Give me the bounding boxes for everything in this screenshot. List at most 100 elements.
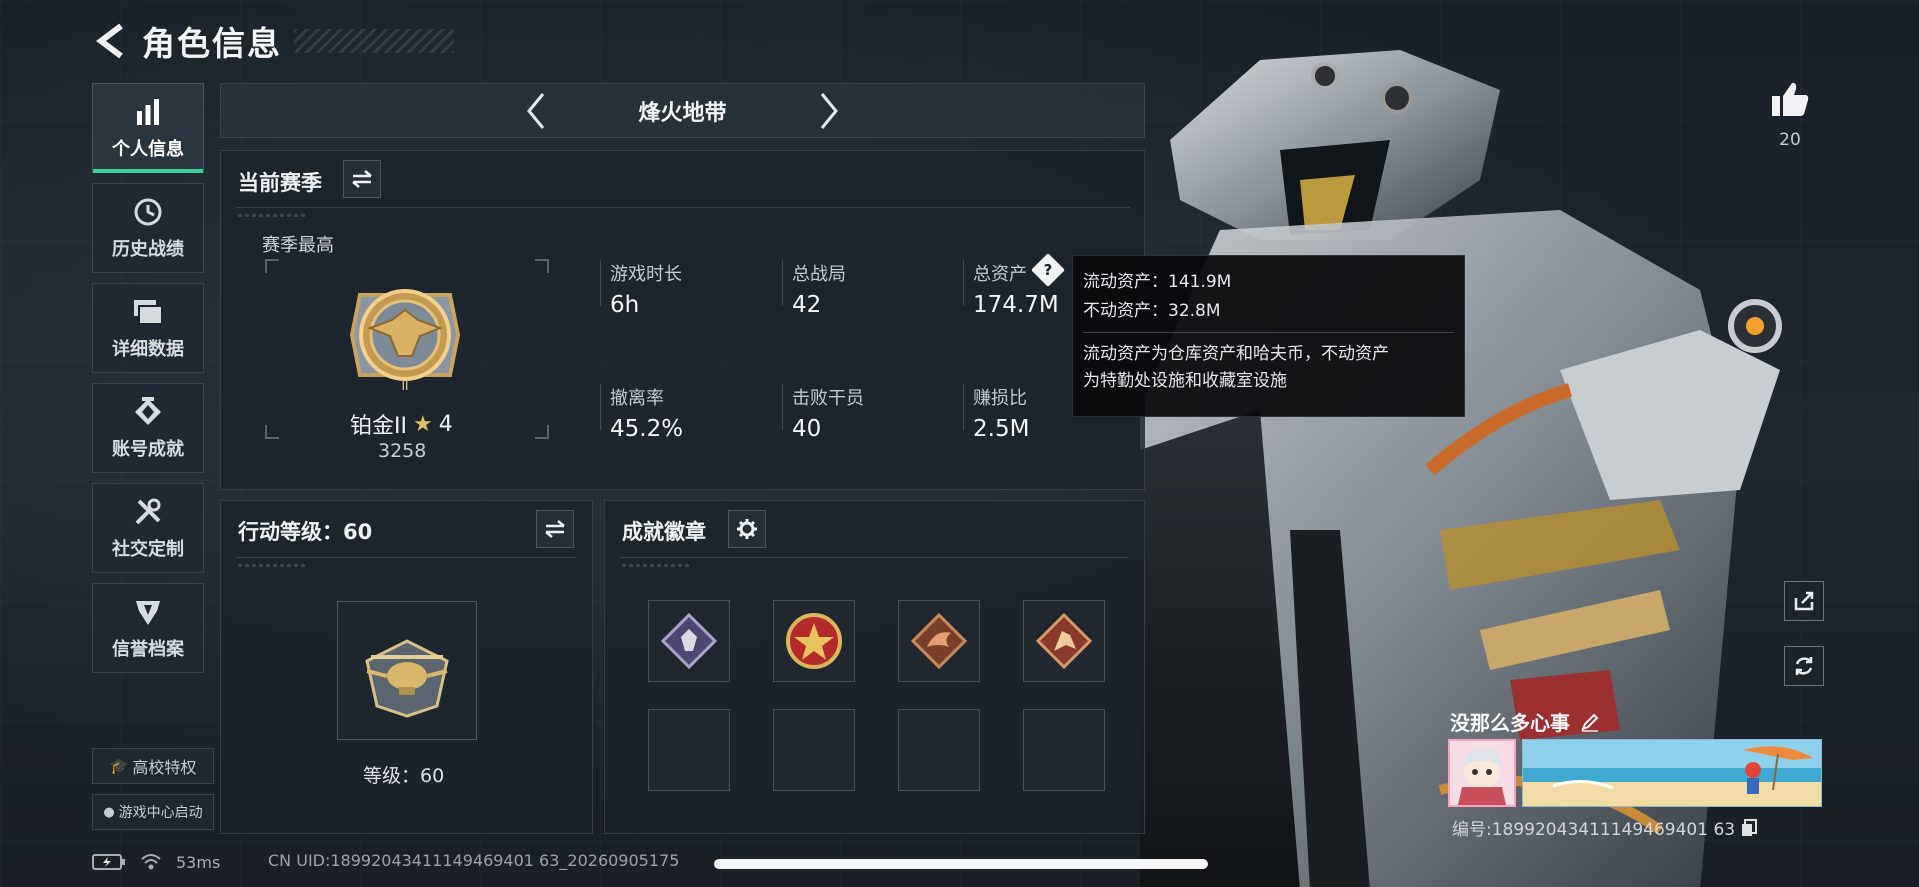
device-status-bar: 53ms <box>92 850 220 874</box>
svg-text:II: II <box>401 379 408 393</box>
empty-badge-slot[interactable] <box>1023 709 1105 791</box>
copy-icon[interactable] <box>1741 818 1758 837</box>
prev-mode-button[interactable] <box>516 83 556 138</box>
share-icon <box>1794 591 1814 611</box>
user-icon: ● <box>103 804 115 820</box>
sidebar-item-achievements[interactable]: 账号成就 <box>92 383 204 473</box>
bar-chart-icon <box>131 95 165 129</box>
achievements-settings-button[interactable] <box>728 510 766 548</box>
crystal-badge-icon <box>661 613 717 669</box>
sidebar-item-detailed-data[interactable]: 详细数据 <box>92 283 204 373</box>
next-mode-button[interactable] <box>809 83 849 138</box>
battery-charging-icon <box>92 854 126 870</box>
action-level-text: 等级：60 <box>363 765 445 787</box>
sidebar-item-social-custom[interactable]: 社交定制 <box>92 483 204 573</box>
tooltip-divider <box>1083 332 1454 333</box>
decor-dashes <box>622 564 692 567</box>
stat-value-extract-rate: 45.2% <box>610 416 684 442</box>
campus-privilege-button[interactable]: 🎓 高校特权 <box>92 748 214 784</box>
current-mode-title: 烽火地带 <box>638 100 727 126</box>
badge-slot[interactable] <box>1023 600 1105 682</box>
sidebar-item-personal-info[interactable]: 个人信息 <box>92 83 204 173</box>
wifi-icon <box>140 853 162 871</box>
edit-pencil-icon[interactable] <box>1580 712 1600 732</box>
stat-value-play-time: 6h <box>610 292 640 318</box>
action-level-title: 行动等级：60 <box>238 520 373 544</box>
stat-label-total-assets: 总资产 <box>973 264 1027 285</box>
frame-corner <box>265 259 279 273</box>
season-best-label: 赛季最高 <box>262 235 334 256</box>
avatar[interactable] <box>1448 739 1516 807</box>
stat-value-profit-ratio: 2.5M <box>973 416 1030 442</box>
tooltip-note-line2: 为特勤处设施和收藏室设施 <box>1083 371 1287 391</box>
refresh-icon <box>1795 657 1813 675</box>
back-button[interactable] <box>92 18 130 64</box>
sidebar-item-label: 信誉档案 <box>112 639 184 660</box>
profile-banner[interactable] <box>1522 739 1822 807</box>
stat-label-profit-ratio: 赚损比 <box>973 388 1027 409</box>
badge-slot[interactable] <box>773 600 855 682</box>
chevron-left-icon <box>527 92 545 129</box>
frame-corner <box>535 259 549 273</box>
empty-badge-slot[interactable] <box>898 709 980 791</box>
tooltip-note-line1: 流动资产为仓库资产和哈夫币，不动资产 <box>1083 344 1389 364</box>
platinum-rank-icon: II <box>349 289 461 393</box>
empty-badge-slot[interactable] <box>648 709 730 791</box>
stat-label-extract-rate: 撤离率 <box>610 388 664 409</box>
full-uid-footer: CN UID:18992043411149469401 63_202609051… <box>268 851 680 870</box>
stat-value-total-matches: 42 <box>792 292 822 318</box>
action-level-switch-button[interactable] <box>536 510 574 548</box>
campus-privilege-label: 高校特权 <box>132 758 197 777</box>
decor-dashes <box>238 214 308 217</box>
badge-slot[interactable] <box>648 600 730 682</box>
season-switch-button[interactable] <box>343 160 381 198</box>
gear-icon <box>737 519 757 539</box>
rank-points: 3258 <box>378 440 427 462</box>
stat-value-kills: 40 <box>792 416 822 442</box>
refresh-button[interactable] <box>1784 646 1824 686</box>
shield-credit-icon <box>131 595 165 629</box>
home-indicator-bar[interactable] <box>714 859 1208 869</box>
stat-separator <box>963 260 964 306</box>
player-nickname: 没那么多心事 <box>1450 707 1600 736</box>
warrior-badge-icon <box>1036 613 1092 669</box>
ping-latency: 53ms <box>176 852 221 872</box>
dragon-badge-icon <box>911 613 967 669</box>
back-arrow-icon <box>96 23 123 59</box>
page-title: 角色信息 <box>142 24 282 63</box>
stat-separator <box>600 384 601 430</box>
sidebar-item-label: 账号成就 <box>112 439 184 460</box>
game-center-launch-button[interactable]: ● 游戏中心启动 <box>92 794 214 830</box>
sidebar-item-history[interactable]: 历史战绩 <box>92 183 204 273</box>
badge-slot[interactable] <box>898 600 980 682</box>
decor-dashes <box>238 564 308 567</box>
helicopter-emblem-icon <box>365 638 449 718</box>
action-divider <box>236 557 576 558</box>
swap-arrows-icon <box>545 520 565 538</box>
title-decoration <box>294 29 454 53</box>
season-divider <box>236 207 1130 208</box>
season-title: 当前赛季 <box>238 171 322 195</box>
beach-banner-image <box>1523 740 1821 806</box>
sidebar-item-credit-record[interactable]: 信誉档案 <box>92 583 204 673</box>
share-button[interactable] <box>1784 581 1824 621</box>
like-count: 20 <box>1779 130 1801 150</box>
frame-corner <box>265 425 279 439</box>
achievements-divider <box>620 557 1128 558</box>
sidebar-item-label: 历史战绩 <box>112 239 184 260</box>
star-badge-icon <box>786 613 842 669</box>
clock-history-icon <box>131 195 165 229</box>
tooltip-liquid-assets: 流动资产：141.9M <box>1083 272 1232 292</box>
thumbs-up-icon <box>1772 82 1809 116</box>
stat-value-total-assets: 174.7M <box>973 292 1059 318</box>
graduation-cap-icon: 🎓 <box>109 757 129 775</box>
achievements-title: 成就徽章 <box>622 520 706 544</box>
mode-tab-bar: 烽火地带 <box>220 83 1145 138</box>
empty-badge-slot[interactable] <box>773 709 855 791</box>
stat-separator <box>782 384 783 430</box>
like-button[interactable] <box>1768 80 1812 122</box>
rank-name: 铂金II <box>350 414 407 439</box>
tooltip-fixed-assets: 不动资产：32.8M <box>1083 301 1221 321</box>
frame-corner <box>535 425 549 439</box>
stat-separator <box>782 260 783 306</box>
